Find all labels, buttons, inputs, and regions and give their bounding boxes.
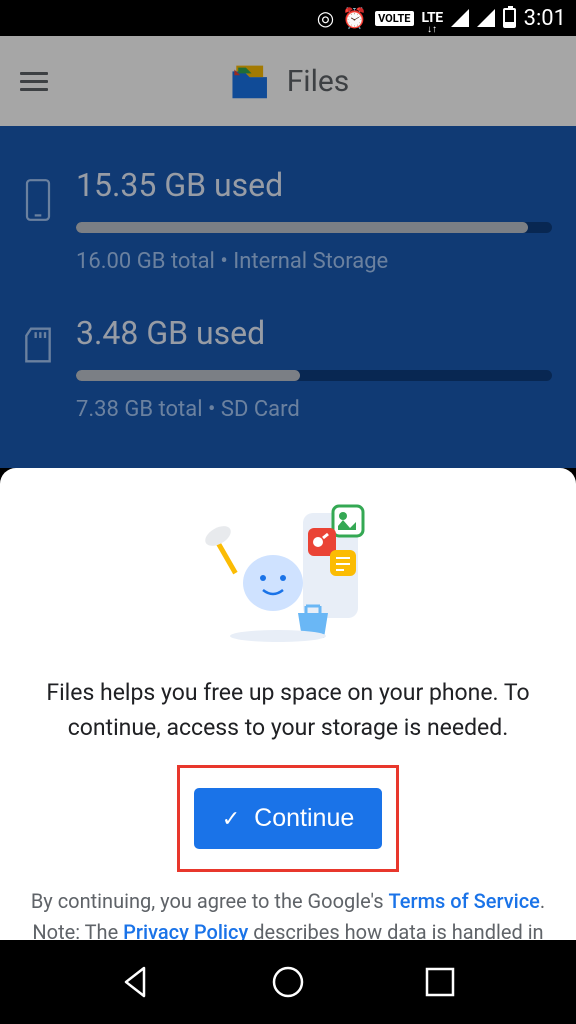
status-time: 3:01 — [524, 6, 566, 31]
modal-overlay — [0, 36, 576, 468]
cleanup-illustration — [24, 498, 552, 648]
signal-icon-2 — [477, 9, 495, 27]
highlight-annotation: ✓ Continue — [177, 765, 400, 872]
continue-button[interactable]: ✓ Continue — [194, 788, 383, 849]
lte-indicator: LTE ↓↑ — [422, 3, 443, 33]
navigation-bar — [0, 940, 576, 1024]
hotspot-icon: ◎ — [317, 6, 334, 30]
onboarding-message: Files helps you free up space on your ph… — [24, 676, 552, 745]
volte-badge: VOLTE — [375, 11, 413, 26]
recents-button[interactable] — [422, 964, 458, 1000]
onboarding-sheet: Files helps you free up space on your ph… — [0, 468, 576, 940]
tos-link[interactable]: Terms of Service — [389, 889, 540, 913]
battery-icon — [503, 8, 516, 28]
back-button[interactable] — [118, 964, 154, 1000]
alarm-icon: ⏰ — [342, 6, 367, 30]
signal-icon-1 — [451, 9, 469, 27]
status-bar: ◎ ⏰ VOLTE LTE ↓↑ 3:01 — [0, 0, 576, 36]
continue-label: Continue — [254, 804, 354, 833]
checkmark-icon: ✓ — [222, 806, 240, 832]
home-button[interactable] — [270, 964, 306, 1000]
